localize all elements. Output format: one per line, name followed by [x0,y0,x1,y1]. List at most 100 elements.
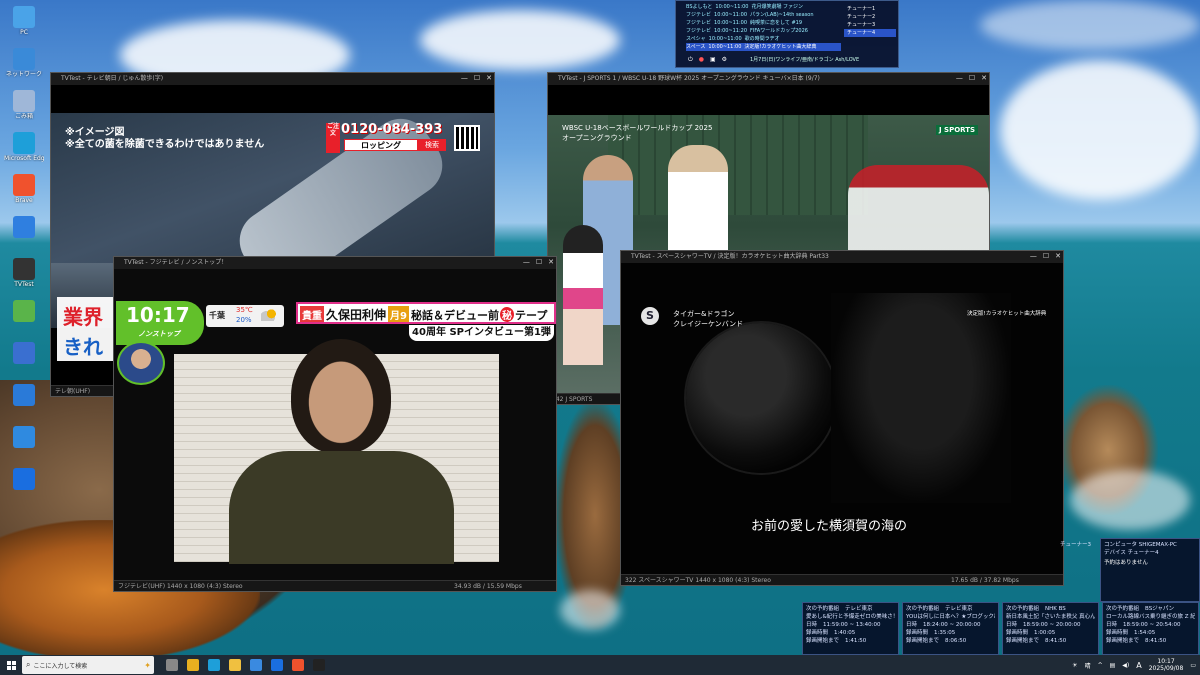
close-icon[interactable]: ✕ [486,74,492,82]
ime-indicator[interactable]: A [1136,661,1141,670]
reservation-label: 次の予約番組 [906,606,940,612]
settings-icon[interactable]: ⚙ [722,56,727,64]
computer-box: コンピュータ SHIGEMAX-PC デバイス チューナー4 予約はありません [1100,538,1200,602]
program-row[interactable]: スペシャ 10:00~11:00 歌の時間ラヂオ [686,35,841,43]
start-button[interactable] [0,655,22,675]
app5-icon [13,426,35,448]
sub-headline: 40周年 SPインタビュー第1弾 [409,325,554,341]
reservation-prog: 新日本風土記「さいたま秩父 真心ん」 [1006,614,1095,620]
tray-arrow-icon[interactable]: ^ [1098,662,1103,669]
power-icon[interactable]: ⏻ [688,56,693,64]
weather-icon[interactable]: ☀ [1072,662,1077,669]
reservation-row: 録画時間 1:54:05 [1106,629,1195,637]
windows-icon [6,660,16,670]
reservation-cell[interactable]: 次の予約番組 テレビ東京 愛あし&紀行と予爆走ゼロの美味さ！7 日時 11:59:00 … [802,602,899,655]
desktop-icon[interactable] [4,216,44,239]
maximize-icon[interactable]: ☐ [536,258,542,266]
record-icon[interactable]: ▣ [710,56,716,64]
program-row[interactable]: フジテレビ 10:00~11:00 純喫茶に恋をして #19 [686,19,841,27]
tuner-item[interactable]: チューナー2 [844,13,896,21]
brave-icon[interactable] [292,659,304,671]
window-title[interactable]: TVTest - フジテレビ / ノンストップ！ [114,257,556,269]
tuner-item[interactable]: チューナー4 [844,29,896,37]
desktop-icon[interactable]: PC [4,6,44,36]
status-left: 322 スペースシャワーTV 1440 x 1080 (4:3) Stereo [625,577,771,584]
app2-icon [13,300,35,322]
close-icon[interactable]: ✕ [548,258,554,266]
program-row[interactable]: フジテレビ 10:00~11:20 FIFAワールドカップ2026 [686,27,841,35]
program-row[interactable]: スペース 10:00~11:00 決定版!カラオケヒット曲大辞典 [686,43,841,51]
reservation-ch: テレビ東京 [945,606,973,612]
clock[interactable]: 10:17 2025/09/08 [1149,658,1184,672]
tvtest-window-fuji[interactable]: TVTest - フジテレビ / ノンストップ！ — ☐ ✕ 10:17 ノンストッ… [113,256,557,592]
tuner-list: チューナー1 チューナー2 チューナー3 チューナー4 [844,5,896,37]
window-title[interactable]: TVTest - スペースシャワーTV / 決定版！カラオケヒット曲大辞典 Pa… [621,251,1063,263]
tvtest-window-spaceshower[interactable]: TVTest - スペースシャワーTV / 決定版！カラオケヒット曲大辞典 Pa… [620,250,1064,586]
weather-rain: 20% [236,316,252,324]
headline-name: 久保田利伸 [326,308,387,322]
task-view-icon[interactable] [166,659,178,671]
maximize-icon[interactable]: ☐ [969,74,975,82]
minimize-icon[interactable]: — [523,258,530,266]
close-icon[interactable]: ✕ [981,74,987,82]
edge-icon[interactable] [208,659,220,671]
close-icon[interactable]: ✕ [1055,252,1061,260]
desktop-icon[interactable] [4,468,44,491]
window-title[interactable]: TVTest - J SPORTS 1 / WBSC U-18 野球W杯 202… [548,73,989,85]
reservation-cell[interactable]: 次の予約番組 BSジャパン ローカル路線バス乗り継ぎの旅 Z 紀美 日時 18:59:0… [1102,602,1199,655]
head [291,339,391,454]
desktop-icon[interactable]: TVTest [4,258,44,288]
program-time: 10:00~11:00 [715,4,749,10]
reservation-label: 次の予約番組 [806,606,840,612]
window-title[interactable]: TVTest - テレビ朝日 / じゅん散歩(字) [51,73,494,85]
stop-icon[interactable]: ● [699,56,704,64]
tvtest-icon [13,258,35,280]
sea-foam [560,590,620,630]
reservation-date: 11:59:00 ~ 13:40:00 [823,622,881,628]
cloud [420,10,620,70]
minimize-icon[interactable]: — [1030,252,1037,260]
desktop-icon[interactable]: Brave [4,174,44,204]
reservation-row: 録画開始まで 8:41:50 [1106,637,1195,645]
desktop-icon[interactable]: Microsoft Edge [4,132,44,162]
reservation-prog: YOUは何しに日本へ？★ブログック出演 [906,614,995,620]
outlook-icon[interactable] [271,659,283,671]
headline-tag-secret: 秘 [499,307,514,322]
tuner-item[interactable]: チューナー3 [844,21,896,29]
maximize-icon[interactable]: ☐ [1043,252,1049,260]
desktop-icon[interactable] [4,384,44,407]
dark-shape [831,293,1011,503]
search-button-tv: 検索 [418,139,446,151]
taskbar-search[interactable]: ⌕ ここに入力して検索 ✦ [22,656,154,674]
program-time: 10:00~11:00 [714,20,748,26]
desktop-icon[interactable]: ネットワーク [4,48,44,78]
maximize-icon[interactable]: ☐ [474,74,480,82]
players-right [848,165,989,255]
cheerleader [563,225,603,365]
taskbar-apps [166,659,325,671]
chrome-icon[interactable] [187,659,199,671]
desktop-icon[interactable] [4,342,44,365]
reservation-cell[interactable]: 次の予約番組 NHK BS 新日本風土記「さいたま秩父 真心ん」 日時 18:59:00… [1002,602,1099,655]
tvtest-icon[interactable] [313,659,325,671]
tuner-item[interactable]: チューナー1 [844,5,896,13]
network-icon[interactable]: ▤ [1110,662,1116,669]
reservation-row: 次の予約番組 テレビ東京 [906,605,995,613]
desktop-icon[interactable] [4,426,44,449]
explorer-icon[interactable] [229,659,241,671]
volume-icon[interactable]: ◀) [1122,662,1129,669]
minimize-icon[interactable]: — [956,74,963,82]
notification-icon[interactable]: ▭ [1190,662,1196,669]
reservation-until: 録画開始まで [806,638,840,644]
program-row[interactable]: BSよしもと 10:00~11:00 花月爆笑劇場 ファジン [686,3,841,11]
minimize-icon[interactable]: — [461,74,468,82]
reservation-until-val: 8:06:50 [945,638,967,644]
desktop-icon[interactable] [4,300,44,323]
desktop-icon[interactable]: ごみ箱 [4,90,44,120]
weather-text[interactable]: 晴 [1085,661,1091,670]
clock-time: 10:17 [126,303,190,327]
reservation-cell[interactable]: 次の予約番組 テレビ東京 YOUは何しに日本へ？★ブログック出演 日時 18:24:00… [902,602,999,655]
tuner-panel[interactable]: BSよしもと 10:00~11:00 花月爆笑劇場 ファジン フジテレビ 10:00~1… [675,0,899,68]
program-row[interactable]: フジテレビ 10:00~11:00 パラン(LAB)~14th season [686,11,841,19]
store-icon[interactable] [250,659,262,671]
